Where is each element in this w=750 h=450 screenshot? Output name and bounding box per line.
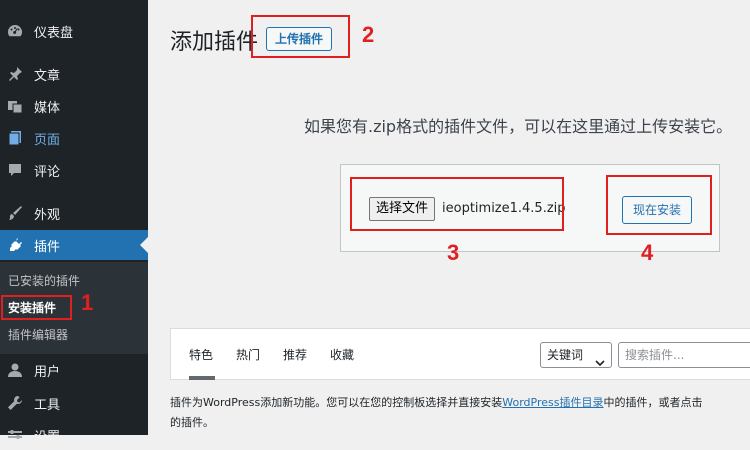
menu-appearance[interactable]: 外观	[0, 198, 148, 228]
admin-sidebar: 仪表盘 文章 媒体 页面 评论 外观 插件 已安装的插件 安装插件 插件编辑器 …	[0, 0, 148, 445]
menu-settings[interactable]: 设置	[0, 420, 148, 450]
wrench-icon	[6, 394, 24, 412]
submenu-plugin-editor[interactable]: 插件编辑器	[8, 326, 68, 343]
annotation-box-2	[251, 15, 350, 58]
menu-label: 页面	[34, 132, 61, 148]
menu-users[interactable]: 用户	[0, 355, 148, 385]
upload-help-text: 如果您有.zip格式的插件文件，可以在这里通过上传安装它。	[304, 117, 733, 136]
annotation-box-1	[1, 295, 72, 320]
comment-icon	[6, 161, 24, 179]
search-type-value: 关键词	[547, 348, 584, 362]
page-title: 添加插件	[170, 30, 259, 55]
menu-comments[interactable]: 评论	[0, 155, 148, 185]
annotation-box-3	[350, 177, 564, 231]
menu-posts[interactable]: 文章	[0, 59, 148, 89]
description-text: 插件为WordPress添加新功能。您可以在您的控制板选择并直接安装	[170, 396, 503, 409]
brush-icon	[6, 204, 24, 222]
annotation-number-1: 1	[81, 290, 94, 315]
tab-favorites[interactable]: 收藏	[330, 346, 354, 363]
menu-label: 插件	[34, 239, 61, 255]
description-line-2: 的插件。	[170, 416, 214, 429]
tab-popular[interactable]: 热门	[236, 346, 260, 363]
menu-label: 工具	[34, 397, 61, 413]
tab-featured[interactable]: 特色	[189, 346, 213, 363]
menu-plugins[interactable]: 插件	[0, 230, 148, 260]
pin-icon	[6, 65, 24, 83]
menu-label: 媒体	[34, 100, 61, 116]
tab-recommended[interactable]: 推荐	[283, 346, 307, 363]
user-icon	[6, 361, 24, 379]
menu-label: 评论	[34, 164, 61, 180]
page-icon	[6, 129, 24, 147]
menu-media[interactable]: 媒体	[0, 91, 148, 121]
annotation-number-4: 4	[641, 240, 654, 265]
menu-label: 设置	[34, 429, 61, 445]
menu-label: 外观	[34, 207, 61, 223]
submenu-installed-plugins[interactable]: 已安装的插件	[8, 272, 80, 289]
menu-label: 用户	[34, 364, 61, 380]
annotation-number-3: 3	[447, 240, 460, 265]
chevron-down-icon	[595, 351, 605, 375]
menu-label: 仪表盘	[34, 25, 74, 41]
menu-dashboard[interactable]: 仪表盘	[0, 16, 148, 46]
dashboard-icon	[6, 22, 24, 40]
description-text-after: 中的插件，或者点击	[603, 396, 703, 409]
plugin-directory-link[interactable]: WordPress插件目录	[502, 396, 603, 409]
menu-label: 文章	[34, 68, 61, 84]
settings-icon	[6, 426, 24, 444]
media-icon	[6, 97, 24, 115]
active-tab-indicator	[189, 376, 215, 380]
plugins-description: 插件为WordPress添加新功能。您可以在您的控制板选择并直接安装WordPr…	[170, 393, 750, 433]
menu-pages[interactable]: 页面	[0, 123, 148, 153]
menu-tools[interactable]: 工具	[0, 388, 148, 418]
annotation-number-2: 2	[362, 22, 375, 47]
plugin-icon	[6, 236, 24, 254]
plugin-search-input[interactable]	[618, 342, 750, 368]
annotation-box-4	[606, 175, 712, 235]
search-type-select[interactable]: 关键词	[540, 342, 612, 368]
